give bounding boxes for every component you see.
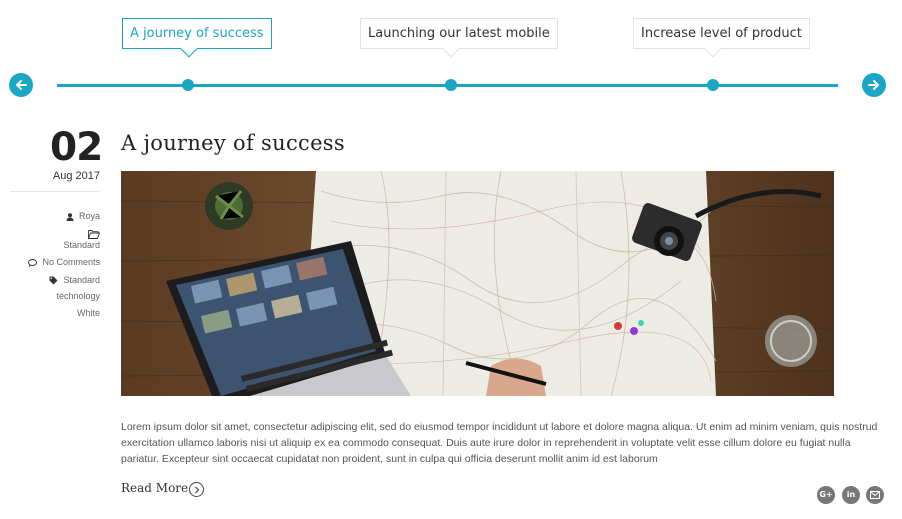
timeline-next-button[interactable] xyxy=(862,73,886,97)
post-tag-3[interactable]: White xyxy=(77,307,100,319)
comment-icon xyxy=(28,258,38,267)
timeline-prev-button[interactable] xyxy=(9,73,33,97)
tag-link[interactable]: technology xyxy=(56,291,100,301)
post-tag-2[interactable]: technology xyxy=(56,290,100,302)
post-category[interactable]: Standard xyxy=(63,239,100,251)
author-name: Roya xyxy=(78,211,100,221)
linkedin-icon: in xyxy=(846,490,856,499)
envelope-icon xyxy=(870,491,880,499)
tags-icon xyxy=(49,276,58,285)
timeline-dot-3[interactable] xyxy=(707,79,719,91)
share-google-plus-button[interactable]: G+ xyxy=(817,486,835,504)
read-more-link[interactable]: Read More xyxy=(121,481,188,495)
google-plus-icon: G+ xyxy=(819,490,833,499)
tag-link[interactable]: White xyxy=(77,308,100,318)
timeline-event-3[interactable]: Increase level of product xyxy=(633,18,810,58)
share-linkedin-button[interactable]: in xyxy=(842,486,860,504)
folder-open-icon xyxy=(88,230,100,240)
timeline-event-label: Increase level of product xyxy=(641,26,802,41)
read-more-button[interactable] xyxy=(189,482,204,497)
callout-pointer xyxy=(442,40,460,58)
timeline-event-1[interactable]: A journey of success xyxy=(122,18,272,58)
callout-pointer xyxy=(180,40,198,58)
post-tag-1[interactable]: Standard xyxy=(49,274,100,286)
timeline-event-2[interactable]: Launching our latest mobile xyxy=(360,18,558,58)
post-date-day: 02 xyxy=(50,125,103,170)
meta-divider xyxy=(10,191,100,192)
timeline-dot-2[interactable] xyxy=(445,79,457,91)
callout-pointer xyxy=(704,40,722,58)
chevron-right-icon xyxy=(195,486,200,494)
timeline-dot-1[interactable] xyxy=(182,79,194,91)
share-email-button[interactable] xyxy=(866,486,884,504)
timeline-event-label: A journey of success xyxy=(130,26,264,41)
comments-link[interactable]: No Comments xyxy=(42,257,100,267)
post-comments[interactable]: No Comments xyxy=(28,256,100,268)
post-title[interactable]: A journey of success xyxy=(121,131,345,155)
post-featured-image[interactable] xyxy=(121,171,834,396)
arrow-right-icon xyxy=(868,80,879,90)
user-icon xyxy=(66,212,74,221)
timeline-event-label: Launching our latest mobile xyxy=(368,26,550,41)
category-link[interactable]: Standard xyxy=(63,240,100,250)
desk-photo-illustration xyxy=(121,171,834,396)
post-date-month-year: Aug 2017 xyxy=(52,170,100,182)
post-excerpt: Lorem ipsum dolor sit amet, consectetur … xyxy=(121,421,878,465)
post-author[interactable]: Roya xyxy=(66,210,100,222)
arrow-left-icon xyxy=(16,80,27,90)
tag-link[interactable]: Standard xyxy=(63,275,100,285)
